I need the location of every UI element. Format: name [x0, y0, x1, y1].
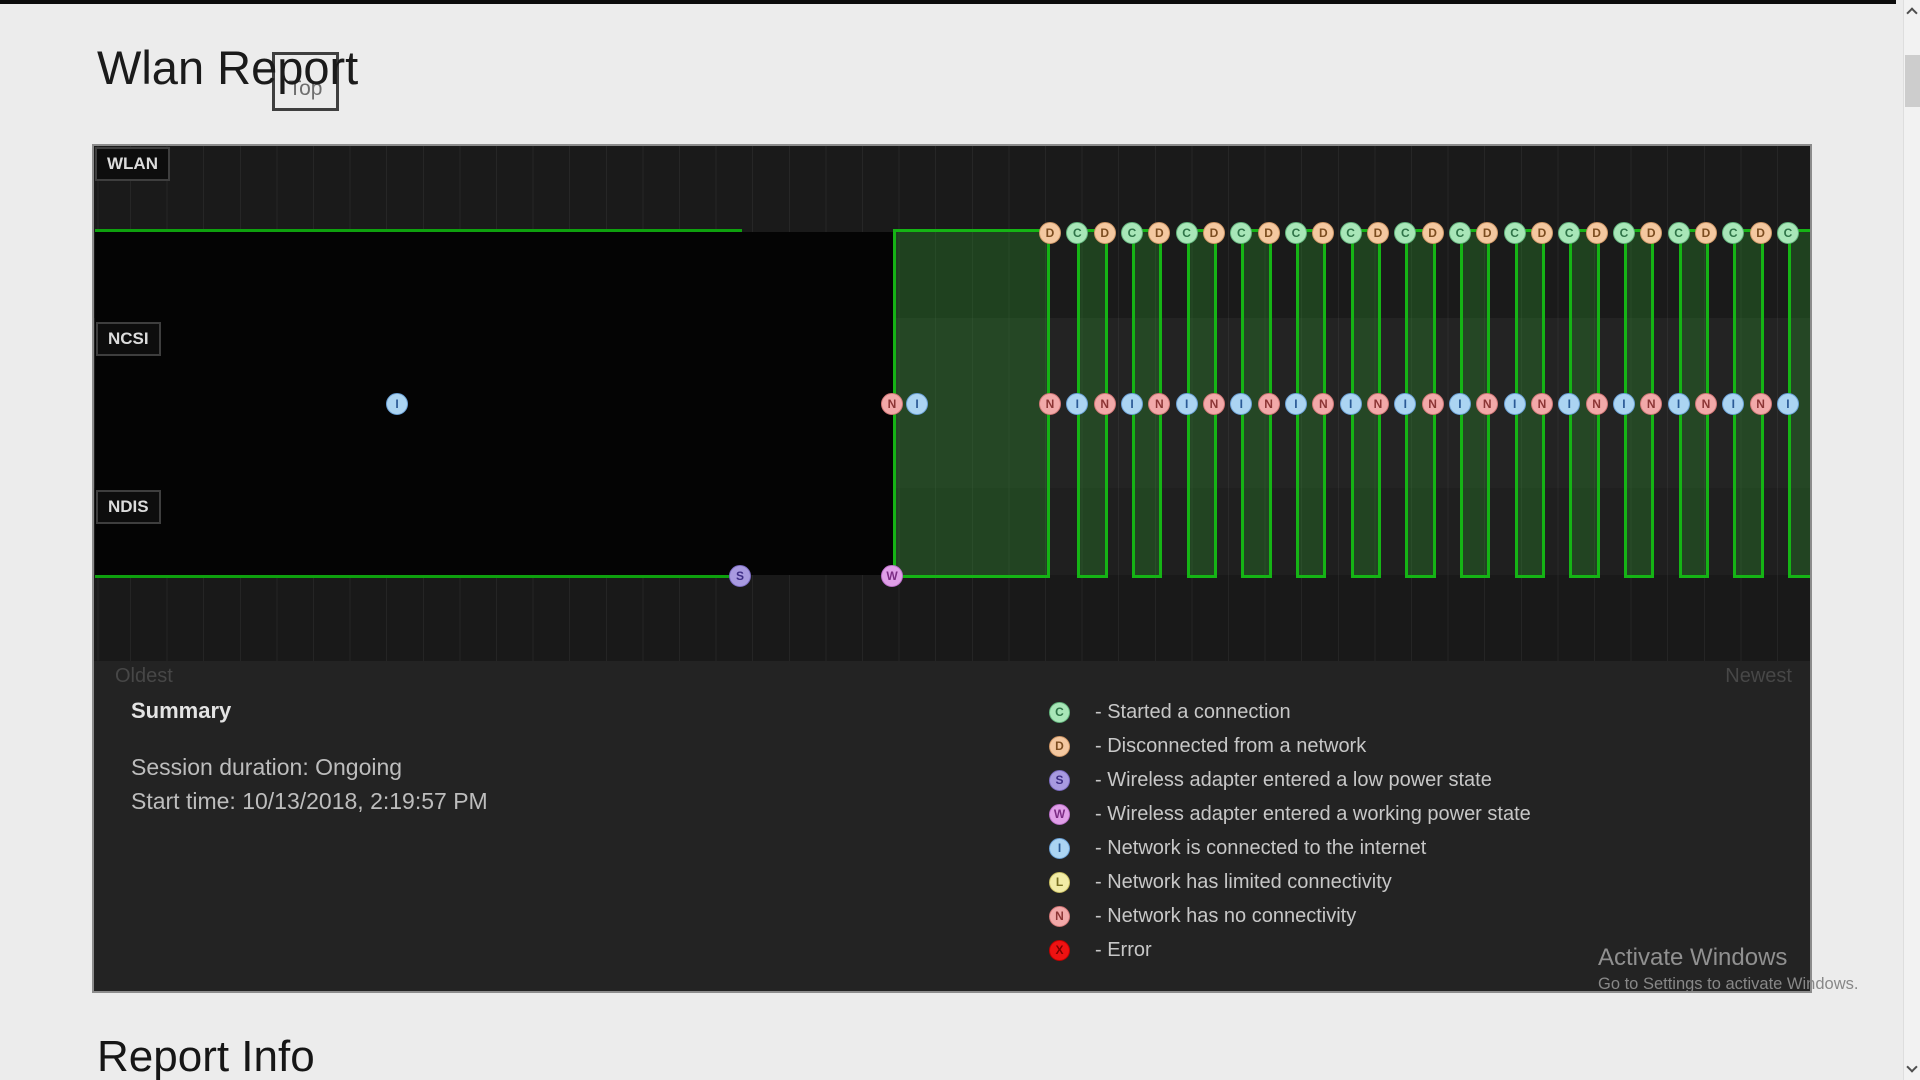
- event-marker-I: I: [1668, 393, 1690, 415]
- vertical-scrollbar[interactable]: [1903, 0, 1920, 1080]
- legend-item-D: D - Disconnected from a network: [1049, 729, 1531, 763]
- event-marker-C: C: [1121, 222, 1143, 244]
- event-marker-I: I: [1449, 393, 1471, 415]
- event-marker-I: I: [1777, 393, 1799, 415]
- axis-label-oldest: Oldest: [115, 665, 173, 688]
- event-marker-C: C: [1504, 222, 1526, 244]
- event-marker-N: N: [1586, 393, 1608, 415]
- event-marker-D: D: [1422, 222, 1444, 244]
- event-marker-N: N: [1203, 393, 1225, 415]
- event-marker-W: W: [881, 565, 903, 587]
- scrollbar-thumb[interactable]: [1905, 55, 1920, 107]
- legend-marker-icon-X: X: [1049, 940, 1070, 961]
- legend-label: - Started a connection: [1095, 701, 1291, 724]
- event-marker-I: I: [1504, 393, 1526, 415]
- event-marker-D: D: [1750, 222, 1772, 244]
- legend-item-C: C - Started a connection: [1049, 695, 1531, 729]
- legend-item-S: S - Wireless adapter entered a low power …: [1049, 763, 1531, 797]
- event-marker-D: D: [1039, 222, 1061, 244]
- summary-start-time: Start time: 10/13/2018, 2:19:57 PM: [131, 788, 488, 815]
- watermark-title: Activate Windows: [1598, 944, 1858, 972]
- legend-label: - Network has limited connectivity: [1095, 871, 1392, 894]
- legend-item-W: W - Wireless adapter entered a working po…: [1049, 797, 1531, 831]
- report-info-heading: Report Info: [97, 1032, 315, 1080]
- event-marker-N: N: [1750, 393, 1772, 415]
- event-marker-C: C: [1285, 222, 1307, 244]
- legend-label: - Network is connected to the internet: [1095, 837, 1426, 860]
- legend-item-L: L - Network has limited connectivity: [1049, 865, 1531, 899]
- event-marker-C: C: [1449, 222, 1471, 244]
- event-marker-C: C: [1340, 222, 1362, 244]
- activate-windows-watermark: Activate Windows Go to Settings to activ…: [1598, 944, 1858, 994]
- event-marker-I: I: [386, 393, 408, 415]
- window-top-edge: [0, 0, 1896, 4]
- legend-label: - Error: [1095, 939, 1152, 962]
- summary-session-duration: Session duration: Ongoing: [131, 754, 488, 781]
- event-marker-N: N: [1094, 393, 1116, 415]
- event-marker-D: D: [1531, 222, 1553, 244]
- legend-label: - Wireless adapter entered a low power s…: [1095, 769, 1492, 792]
- scroll-down-icon[interactable]: [1906, 1061, 1917, 1072]
- legend-marker-icon-W: W: [1049, 804, 1070, 825]
- event-marker-D: D: [1258, 222, 1280, 244]
- legend-label: - Network has no connectivity: [1095, 905, 1356, 928]
- event-marker-I: I: [1121, 393, 1143, 415]
- legend-item-N: N - Network has no connectivity: [1049, 899, 1531, 933]
- event-marker-N: N: [1422, 393, 1444, 415]
- legend-marker-icon-C: C: [1049, 702, 1070, 723]
- legend-marker-icon-L: L: [1049, 872, 1070, 893]
- event-marker-N: N: [1039, 393, 1061, 415]
- event-marker-N: N: [1367, 393, 1389, 415]
- legend-label: - Wireless adapter entered a working pow…: [1095, 803, 1531, 826]
- legend: C - Started a connection D - Disconnected f…: [1049, 695, 1531, 967]
- event-marker-C: C: [1176, 222, 1198, 244]
- legend-marker-icon-N: N: [1049, 906, 1070, 927]
- session-line: [95, 229, 742, 232]
- event-marker-D: D: [1094, 222, 1116, 244]
- event-marker-D: D: [1695, 222, 1717, 244]
- event-marker-D: D: [1586, 222, 1608, 244]
- session-dark: [95, 232, 893, 575]
- event-marker-I: I: [1285, 393, 1307, 415]
- legend-label: - Disconnected from a network: [1095, 735, 1366, 758]
- event-marker-D: D: [1367, 222, 1389, 244]
- summary-section: Summary Session duration: Ongoing Start …: [131, 698, 488, 815]
- event-marker-C: C: [1613, 222, 1635, 244]
- scroll-up-icon[interactable]: [1906, 7, 1917, 18]
- event-marker-I: I: [1176, 393, 1198, 415]
- row-label-ncsi: NCSI: [96, 322, 161, 356]
- event-marker-N: N: [1695, 393, 1717, 415]
- row-label-wlan: WLAN: [95, 147, 170, 181]
- event-marker-D: D: [1203, 222, 1225, 244]
- legend-marker-icon-S: S: [1049, 770, 1070, 791]
- page-title: Wlan Report: [97, 40, 358, 95]
- event-marker-N: N: [1258, 393, 1280, 415]
- axis-label-newest: Newest: [1725, 665, 1792, 688]
- event-marker-I: I: [1613, 393, 1635, 415]
- band-lower: [94, 575, 1810, 661]
- event-marker-S: S: [729, 565, 751, 587]
- event-marker-C: C: [1668, 222, 1690, 244]
- legend-item-I: I - Network is connected to the internet: [1049, 831, 1531, 865]
- watermark-subtitle: Go to Settings to activate Windows.: [1598, 975, 1858, 994]
- event-marker-I: I: [906, 393, 928, 415]
- session-line: [95, 575, 742, 578]
- legend-marker-icon-I: I: [1049, 838, 1070, 859]
- event-marker-N: N: [881, 393, 903, 415]
- chart-content: DCDCDCDCDCDCDCDCDCDCDCDCDCDCNINININININI…: [94, 146, 1810, 991]
- event-marker-C: C: [1777, 222, 1799, 244]
- summary-heading: Summary: [131, 698, 488, 724]
- event-marker-N: N: [1531, 393, 1553, 415]
- legend-item-X: X - Error: [1049, 933, 1531, 967]
- event-marker-I: I: [1340, 393, 1362, 415]
- wlan-timeline-chart: DCDCDCDCDCDCDCDCDCDCDCDCDCDCNINININININI…: [92, 144, 1812, 993]
- legend-marker-icon-D: D: [1049, 736, 1070, 757]
- row-label-ndis: NDIS: [96, 490, 161, 524]
